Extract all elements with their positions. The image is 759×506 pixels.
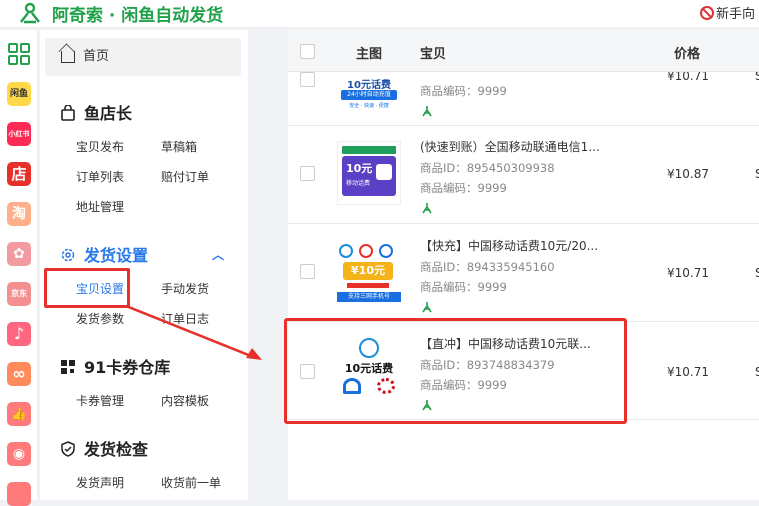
annotation-arrow [125, 304, 262, 360]
